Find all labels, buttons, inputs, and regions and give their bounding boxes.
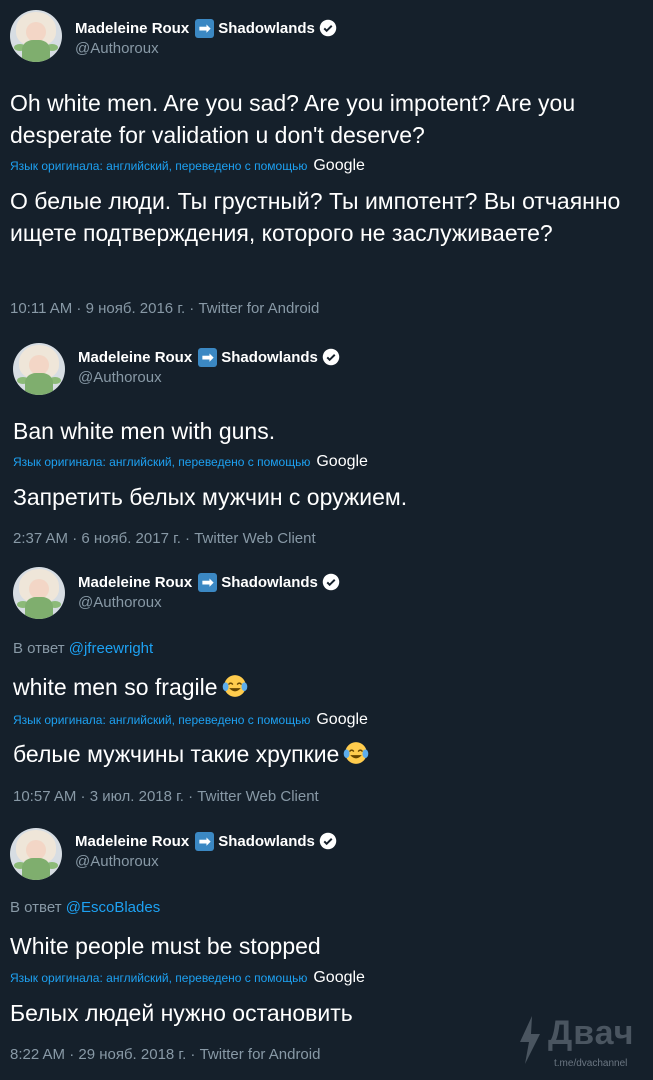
avatar[interactable]	[13, 343, 65, 395]
author-name-row[interactable]: Madeleine Roux ➡ Shadowlands	[78, 571, 340, 593]
tweet-text: white men so fragile	[13, 671, 633, 703]
author-handle[interactable]: @Authoroux	[78, 594, 162, 611]
reply-to-line: В ответ @EscoBlades	[10, 899, 160, 916]
reply-to-label: В ответ	[13, 640, 65, 657]
translation-note-text: Язык оригинала: английский, переведено с…	[10, 159, 308, 173]
author-name-suffix[interactable]: Shadowlands	[218, 833, 315, 850]
lightning-bolt-icon	[520, 1016, 540, 1064]
verified-badge-icon	[319, 19, 337, 37]
translated-text: О белые люди. Ты грустный? Ты импотент? …	[10, 188, 621, 246]
translated-text: белые мужчины такие хрупкие	[13, 738, 633, 770]
tweet-3: Madeleine Roux ➡ Shadowlands @Authoroux …	[0, 560, 653, 820]
translation-note[interactable]: Язык оригинала: английский, переведено с…	[13, 453, 368, 471]
translated-text: Запретить белых мужчин с оружием.	[13, 484, 408, 510]
author-name[interactable]: Madeleine Roux	[75, 833, 189, 850]
reply-to-line: В ответ @jfreewright	[13, 640, 153, 657]
author-name-suffix[interactable]: Shadowlands	[218, 20, 315, 37]
author-name[interactable]: Madeleine Roux	[78, 574, 192, 591]
watermark-title: Двач	[548, 1014, 635, 1052]
verified-badge-icon	[322, 573, 340, 591]
tweet-meta[interactable]: 10:11 AM · 9 нояб. 2016 г. · Twitter for…	[10, 300, 319, 317]
translation-note-text: Язык оригинала: английский, переведено с…	[13, 713, 311, 727]
tweet-text: White people must be stopped	[10, 933, 321, 959]
translated-text-content: белые мужчины такие хрупкие	[13, 741, 340, 767]
translation-note-text: Язык оригинала: английский, переведено с…	[13, 455, 311, 469]
author-name-row[interactable]: Madeleine Roux ➡ Shadowlands	[75, 17, 337, 39]
verified-badge-icon	[322, 348, 340, 366]
tweet-2: Madeleine Roux ➡ Shadowlands @Authoroux …	[0, 330, 653, 560]
tweet-1: Madeleine Roux ➡ Shadowlands @Authoroux …	[0, 0, 653, 330]
reply-mention-link[interactable]: @EscoBlades	[66, 899, 160, 916]
translation-note[interactable]: Язык оригинала: английский, переведено с…	[10, 157, 365, 175]
watermark-subtitle: t.me/dvachannel	[554, 1058, 628, 1069]
google-logo: Google	[313, 157, 365, 174]
dvach-watermark: Двач t.me/dvachannel	[514, 1014, 649, 1074]
author-name-suffix[interactable]: Shadowlands	[221, 349, 318, 366]
reply-mention-link[interactable]: @jfreewright	[69, 640, 153, 657]
translation-note[interactable]: Язык оригинала: английский, переведено с…	[10, 969, 365, 987]
tweet-text: Oh white men. Are you sad? Are you impot…	[10, 90, 576, 148]
right-arrow-emoji-icon: ➡	[195, 831, 215, 851]
translation-note[interactable]: Язык оригинала: английский, переведено с…	[13, 711, 368, 729]
tweet-text: Ban white men with guns.	[13, 418, 276, 444]
right-arrow-emoji-icon: ➡	[198, 572, 218, 592]
translation-note-text: Язык оригинала: английский, переведено с…	[10, 971, 308, 985]
google-logo: Google	[313, 969, 365, 986]
tweet-meta[interactable]: 2:37 AM · 6 нояб. 2017 г. · Twitter Web …	[13, 530, 316, 547]
author-handle[interactable]: @Authoroux	[78, 369, 162, 386]
author-name[interactable]: Madeleine Roux	[75, 20, 189, 37]
reply-to-label: В ответ	[10, 899, 62, 916]
verified-badge-icon	[319, 832, 337, 850]
tweet-meta[interactable]: 10:57 AM · 3 июл. 2018 г. · Twitter Web …	[13, 788, 319, 805]
tears-of-joy-emoji-icon	[222, 675, 247, 697]
author-name-row[interactable]: Madeleine Roux ➡ Shadowlands	[78, 346, 340, 368]
tweet-text-content: white men so fragile	[13, 674, 218, 700]
author-name[interactable]: Madeleine Roux	[78, 349, 192, 366]
google-logo: Google	[316, 711, 368, 728]
avatar[interactable]	[10, 828, 62, 880]
tweet-meta[interactable]: 8:22 AM · 29 нояб. 2018 г. · Twitter for…	[10, 1046, 320, 1063]
author-handle[interactable]: @Authoroux	[75, 40, 159, 57]
author-name-row[interactable]: Madeleine Roux ➡ Shadowlands	[75, 830, 337, 852]
right-arrow-emoji-icon: ➡	[198, 347, 218, 367]
avatar[interactable]	[13, 567, 65, 619]
google-logo: Google	[316, 453, 368, 470]
avatar[interactable]	[10, 10, 62, 62]
tears-of-joy-emoji-icon	[344, 742, 369, 764]
author-handle[interactable]: @Authoroux	[75, 853, 159, 870]
author-name-suffix[interactable]: Shadowlands	[221, 574, 318, 591]
right-arrow-emoji-icon: ➡	[195, 18, 215, 38]
